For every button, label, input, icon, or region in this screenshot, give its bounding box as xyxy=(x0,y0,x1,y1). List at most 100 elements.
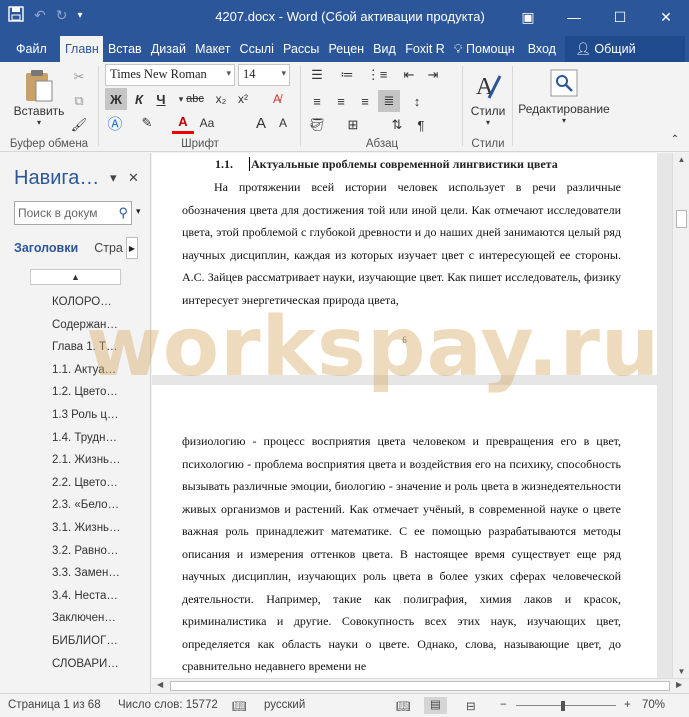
nav-heading-item[interactable]: 3.3. Замен… xyxy=(52,562,148,585)
align-right-icon[interactable]: ≡ xyxy=(354,90,376,112)
subscript-icon[interactable]: x₂ xyxy=(210,88,232,110)
undo-icon[interactable]: ↶ xyxy=(34,7,46,24)
collapse-ribbon-icon[interactable]: ⌃ xyxy=(664,128,686,150)
nav-heading-item[interactable]: СЛОВАРИ… xyxy=(52,653,148,676)
underline-button[interactable]: Ч xyxy=(150,88,172,110)
share-button[interactable]: 👤︎ Общий доступ xyxy=(565,36,686,82)
ribbon-display-options-icon[interactable]: ▣ xyxy=(505,0,551,34)
strikethrough-icon[interactable]: abc xyxy=(184,88,206,110)
tab-references[interactable]: Ссылі xyxy=(235,36,278,62)
read-mode-icon[interactable]: 📖︎ xyxy=(396,699,411,713)
search-icon[interactable]: ⚲ xyxy=(118,205,128,221)
vertical-scrollbar[interactable]: ▲ ▼ xyxy=(672,153,689,678)
nav-heading-item[interactable]: 2.2. Цвето… xyxy=(52,472,148,495)
zoom-slider[interactable] xyxy=(516,705,616,706)
align-center-icon[interactable]: ≡ xyxy=(330,90,352,112)
close-icon[interactable]: ✕ xyxy=(128,170,139,186)
save-icon[interactable] xyxy=(8,6,24,25)
nav-heading-item[interactable]: БИБЛИОГ… xyxy=(52,630,148,653)
highlight-icon[interactable]: ✎ xyxy=(136,112,158,134)
text-effects-icon[interactable]: Ⓐ xyxy=(104,112,126,134)
paste-button[interactable]: Вставить ▾ xyxy=(10,68,68,127)
superscript-icon[interactable]: x² xyxy=(232,88,254,110)
tab-home[interactable]: Главн xyxy=(59,36,103,62)
nav-heading-item[interactable]: 3.1. Жизнь… xyxy=(52,517,148,540)
align-left-icon[interactable]: ≡ xyxy=(306,90,328,112)
word-count[interactable]: Число слов: 15772 xyxy=(118,699,218,711)
print-layout-icon[interactable]: ▤ xyxy=(424,697,447,714)
nav-heading-item[interactable]: 1.1. Актуа… xyxy=(52,359,148,382)
increase-indent-icon[interactable]: ⇥ xyxy=(422,64,444,86)
tab-mailings[interactable]: Рассы xyxy=(278,36,323,62)
close-button[interactable]: ✕ xyxy=(643,0,689,34)
language-indicator[interactable]: русский xyxy=(264,699,305,711)
nav-heading-item[interactable]: КОЛОРО… xyxy=(52,291,148,314)
nav-heading-item[interactable]: 1.4. Трудн… xyxy=(52,427,148,450)
redo-icon[interactable]: ↻ xyxy=(56,7,68,24)
zoom-out-icon[interactable]: − xyxy=(500,699,507,711)
bullets-icon[interactable]: ☰ xyxy=(306,64,328,86)
change-case-icon[interactable]: Aa xyxy=(196,112,218,134)
styles-button[interactable]: A Стили ▾ xyxy=(466,68,510,127)
clear-formatting-icon[interactable]: A̸ xyxy=(266,88,288,110)
zoom-in-icon[interactable]: + xyxy=(624,699,631,711)
line-spacing-icon[interactable]: ↕ xyxy=(406,90,428,112)
nav-heading-item[interactable]: 3.2. Равно… xyxy=(52,540,148,563)
tab-insert[interactable]: Встав xyxy=(103,36,146,62)
collapse-all-icon[interactable]: ▲ xyxy=(30,269,121,285)
nav-tab-pages[interactable]: Стра xyxy=(94,241,123,255)
scroll-left-icon[interactable]: ◀ xyxy=(157,680,163,689)
proofing-icon[interactable]: 📖︎ xyxy=(232,699,247,713)
customize-qat-icon[interactable]: ▾ xyxy=(77,10,82,21)
sort-icon[interactable]: ⇅ xyxy=(386,114,408,136)
tab-view[interactable]: Вид xyxy=(368,36,400,62)
nav-heading-item[interactable]: Заключен… xyxy=(52,607,148,630)
tab-design[interactable]: Дизай xyxy=(146,36,190,62)
borders-icon[interactable]: ⊞ xyxy=(342,114,364,136)
tab-file[interactable]: Файл xyxy=(0,36,60,62)
web-layout-icon[interactable]: ⊟ xyxy=(466,699,476,713)
scroll-up-icon[interactable]: ▲ xyxy=(673,155,689,164)
bold-button[interactable]: Ж xyxy=(105,88,127,110)
nav-tab-headings[interactable]: Заголовки xyxy=(14,241,78,255)
nav-search-input[interactable]: Поиск в докум ⚲ xyxy=(14,201,132,225)
search-dropdown-icon[interactable]: ▾ xyxy=(136,206,141,217)
zoom-level[interactable]: 70% xyxy=(642,699,665,711)
shading-icon[interactable]: 🪣︎ xyxy=(306,114,328,136)
paste-dropdown-icon[interactable]: ▾ xyxy=(10,118,68,127)
nav-heading-item[interactable]: 3.4. Неста… xyxy=(52,585,148,608)
nav-heading-item[interactable]: 2.1. Жизнь… xyxy=(52,449,148,472)
scroll-down-icon[interactable]: ▼ xyxy=(673,667,689,676)
minimize-button[interactable]: — xyxy=(551,0,597,34)
cut-icon[interactable]: ✂ xyxy=(68,66,90,88)
nav-heading-item[interactable]: Содержан… xyxy=(52,314,148,337)
show-formatting-icon[interactable]: ¶ xyxy=(410,114,432,136)
nav-options-icon[interactable]: ▾ xyxy=(110,170,117,186)
italic-button[interactable]: К xyxy=(128,88,150,110)
multilevel-list-icon[interactable]: ⋮≡ xyxy=(366,64,388,86)
justify-icon[interactable]: ≣ xyxy=(378,90,400,112)
nav-heading-item[interactable]: 1.3 Роль ц… xyxy=(52,404,148,427)
nav-heading-item[interactable]: 2.3. «Бело… xyxy=(52,494,148,517)
horizontal-scrollbar[interactable]: ◀ ▶ xyxy=(152,678,689,693)
grow-font-icon[interactable]: A xyxy=(250,112,272,134)
scroll-thumb[interactable] xyxy=(676,210,687,228)
tab-review[interactable]: Рецен xyxy=(323,36,368,62)
nav-heading-item[interactable]: 1.2. Цвето… xyxy=(52,381,148,404)
font-size-combo[interactable]: 14 ▾ xyxy=(238,64,290,86)
tab-layout[interactable]: Макет xyxy=(190,36,234,62)
scroll-right-icon[interactable]: ▶ xyxy=(676,680,682,689)
editing-button[interactable]: Редактирование ▾ xyxy=(516,68,612,125)
shrink-font-icon[interactable]: A xyxy=(272,112,294,134)
sign-in-link[interactable]: Вход xyxy=(518,36,565,62)
zoom-slider-thumb[interactable] xyxy=(561,701,565,711)
copy-icon[interactable]: ⧉ xyxy=(68,90,90,112)
tell-me-button[interactable]: 💡︎ Помощн xyxy=(449,36,518,62)
numbering-icon[interactable]: ≔ xyxy=(336,64,358,86)
scroll-thumb[interactable] xyxy=(170,681,670,691)
tab-foxit[interactable]: Foxit R xyxy=(400,36,449,62)
font-color-icon[interactable]: A xyxy=(172,112,194,134)
format-painter-icon[interactable]: 🖌︎ xyxy=(68,114,90,136)
chevron-right-icon[interactable]: ▶ xyxy=(126,237,138,259)
font-name-combo[interactable]: Times New Roman ▾ xyxy=(105,64,235,86)
